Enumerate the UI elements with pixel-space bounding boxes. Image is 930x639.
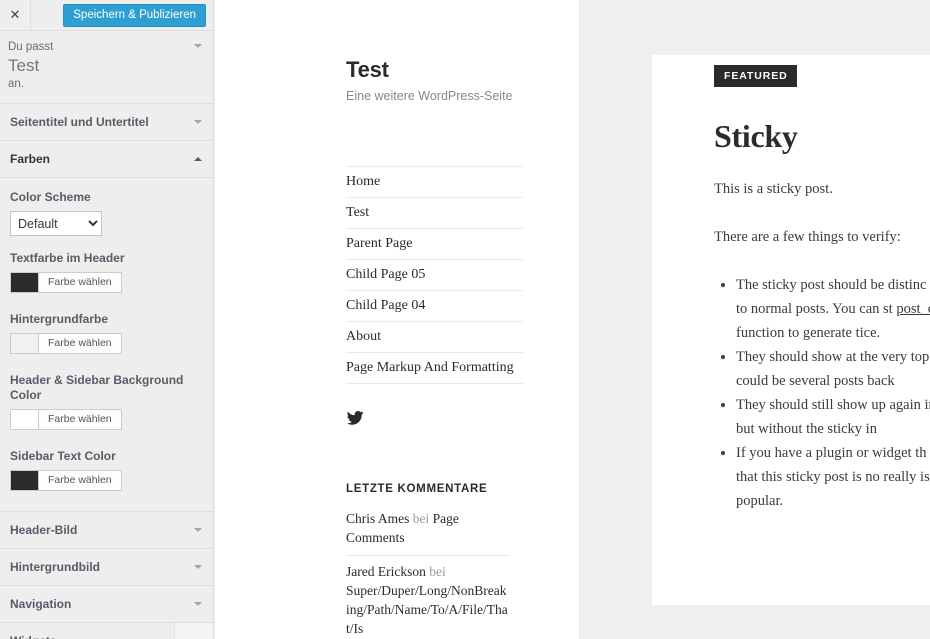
panel-label: Widgets <box>10 634 57 639</box>
section-label: Header-Bild <box>10 523 78 537</box>
nav-item-about[interactable]: About <box>346 322 523 353</box>
chevron-down-icon <box>194 565 202 569</box>
active-theme-name: Test <box>8 56 40 75</box>
post-paragraph: There are a few things to verify: <box>714 229 901 245</box>
save-and-publish-button[interactable]: Speichern & Publizieren <box>63 4 206 27</box>
social-links <box>346 409 523 432</box>
bullet-text: They should show at the very top they co… <box>736 349 930 389</box>
chevron-down-icon <box>194 120 202 124</box>
comment-separator: bei <box>429 564 446 579</box>
header-sidebar-background-color-picker[interactable]: Farbe wählen <box>10 409 122 430</box>
colors-section-content: Color Scheme Default Textfarbe im Header… <box>0 178 213 512</box>
nav-item-child-page-05[interactable]: Child Page 05 <box>346 260 523 291</box>
site-description: Eine weitere WordPress-Seite <box>346 89 513 103</box>
chevron-down-icon <box>194 602 202 606</box>
list-item: Jared Erickson bei Super/Duper/Long/NonB… <box>346 556 510 639</box>
control-background-color: Hintergrundfarbe Farbe wählen <box>10 312 203 358</box>
section-header-image[interactable]: Header-Bild <box>0 512 213 549</box>
list-item: If you have a plugin or widget th ke sur… <box>736 441 930 513</box>
choose-color-label: Farbe wählen <box>48 413 112 425</box>
choose-color-label: Farbe wählen <box>48 276 112 288</box>
control-header-sidebar-background-color: Header & Sidebar Background Color Farbe … <box>10 373 203 434</box>
section-label: Hintergrundbild <box>10 560 100 574</box>
post-content: This is a sticky post. There are a few t… <box>714 177 930 513</box>
nav-item-home[interactable]: Home <box>346 167 523 198</box>
section-label: Seitentitel und Untertitel <box>10 115 149 129</box>
color-scheme-label: Color Scheme <box>10 190 91 204</box>
site-title[interactable]: Test <box>346 56 579 84</box>
list-item: They should still show up again in time,… <box>736 393 930 441</box>
color-swatch <box>11 410 39 429</box>
panel-widgets[interactable]: Widgets › <box>0 623 213 639</box>
primary-navigation: Home Test Parent Page Child Page 05 Chil… <box>346 166 523 384</box>
control-header-text-color: Textfarbe im Header Farbe wählen <box>10 251 203 297</box>
customizer-header: ✕ Speichern & Publizieren <box>0 0 213 31</box>
sticky-post-card: FEATURED Sticky This is a sticky post. T… <box>652 55 930 605</box>
choose-color-label: Farbe wählen <box>48 337 112 349</box>
section-label: Navigation <box>10 597 72 611</box>
bullet-text-after: function to generate tice. <box>736 325 881 341</box>
chevron-down-icon <box>194 44 202 48</box>
comment-author[interactable]: Jared Erickson <box>346 564 426 579</box>
header-sidebar-background-color-label: Header & Sidebar Background Color <box>10 373 184 402</box>
theme-main-column: FEATURED Sticky This is a sticky post. T… <box>579 0 930 639</box>
section-site-title-tagline[interactable]: Seitentitel und Untertitel <box>0 104 213 141</box>
background-color-picker[interactable]: Farbe wählen <box>10 333 122 354</box>
recent-comments-list: Chris Ames bei Page Comments Jared Erick… <box>346 509 510 639</box>
control-sidebar-text-color: Sidebar Text Color Farbe wählen <box>10 449 203 495</box>
chevron-up-icon <box>194 157 202 161</box>
customizer-screen: ✕ Speichern & Publizieren Du passt Test … <box>0 0 930 639</box>
post-paragraph: This is a sticky post. <box>714 181 833 197</box>
header-text-color-label: Textfarbe im Header <box>10 251 125 265</box>
status-badge: FEATURED <box>714 65 797 87</box>
nav-item-child-page-04[interactable]: Child Page 04 <box>346 291 523 322</box>
bullet-text: They should still show up again in time,… <box>736 397 930 437</box>
twitter-icon[interactable] <box>346 409 364 427</box>
site-preview: Test Eine weitere WordPress-Seite Home T… <box>215 0 930 639</box>
post-class-link[interactable]: post_class() <box>896 301 930 317</box>
list-item: They should show at the very top they co… <box>736 345 930 393</box>
nav-item-test[interactable]: Test <box>346 198 523 229</box>
active-theme-block[interactable]: Du passt Test an. <box>0 31 213 104</box>
close-icon[interactable]: ✕ <box>0 0 31 30</box>
comment-separator: bei <box>412 511 430 526</box>
active-theme-prefix: Du passt <box>8 41 54 53</box>
section-navigation[interactable]: Navigation <box>0 586 213 623</box>
color-swatch <box>11 273 39 292</box>
section-label: Farben <box>10 152 51 166</box>
background-color-label: Hintergrundfarbe <box>10 312 109 326</box>
verify-list: The sticky post should be distinc rison … <box>714 273 930 513</box>
comment-post-title[interactable]: Super/Duper/Long/NonBreaking/Path/Name/T… <box>346 583 508 636</box>
theme-sidebar-column: Test Eine weitere WordPress-Seite Home T… <box>215 0 579 639</box>
section-background-image[interactable]: Hintergrundbild <box>0 549 213 586</box>
nav-item-page-markup-and-formatting[interactable]: Page Markup And Formatting <box>346 353 523 384</box>
comment-author[interactable]: Chris Ames <box>346 511 409 526</box>
list-item: The sticky post should be distinc rison … <box>736 273 930 345</box>
customizer-sidebar: ✕ Speichern & Publizieren Du passt Test … <box>0 0 214 639</box>
color-swatch <box>11 471 39 490</box>
active-theme-suffix: an. <box>8 78 24 90</box>
header-text-color-picker[interactable]: Farbe wählen <box>10 272 122 293</box>
post-title[interactable]: Sticky <box>714 117 930 155</box>
bullet-text: If you have a plugin or widget th ke sur… <box>736 445 930 509</box>
nav-item-parent-page[interactable]: Parent Page <box>346 229 523 260</box>
color-swatch <box>11 334 39 353</box>
color-scheme-select[interactable]: Default <box>10 211 102 236</box>
control-color-scheme: Color Scheme Default <box>10 190 203 236</box>
sidebar-text-color-picker[interactable]: Farbe wählen <box>10 470 122 491</box>
recent-comments-widget-title: LETZTE KOMMENTARE <box>346 483 488 495</box>
sidebar-text-color-label: Sidebar Text Color <box>10 449 116 463</box>
choose-color-label: Farbe wählen <box>48 474 112 486</box>
section-colors[interactable]: Farben <box>0 141 213 178</box>
chevron-right-icon: › <box>174 623 213 639</box>
chevron-down-icon <box>194 528 202 532</box>
list-item: Chris Ames bei Page Comments <box>346 509 510 556</box>
